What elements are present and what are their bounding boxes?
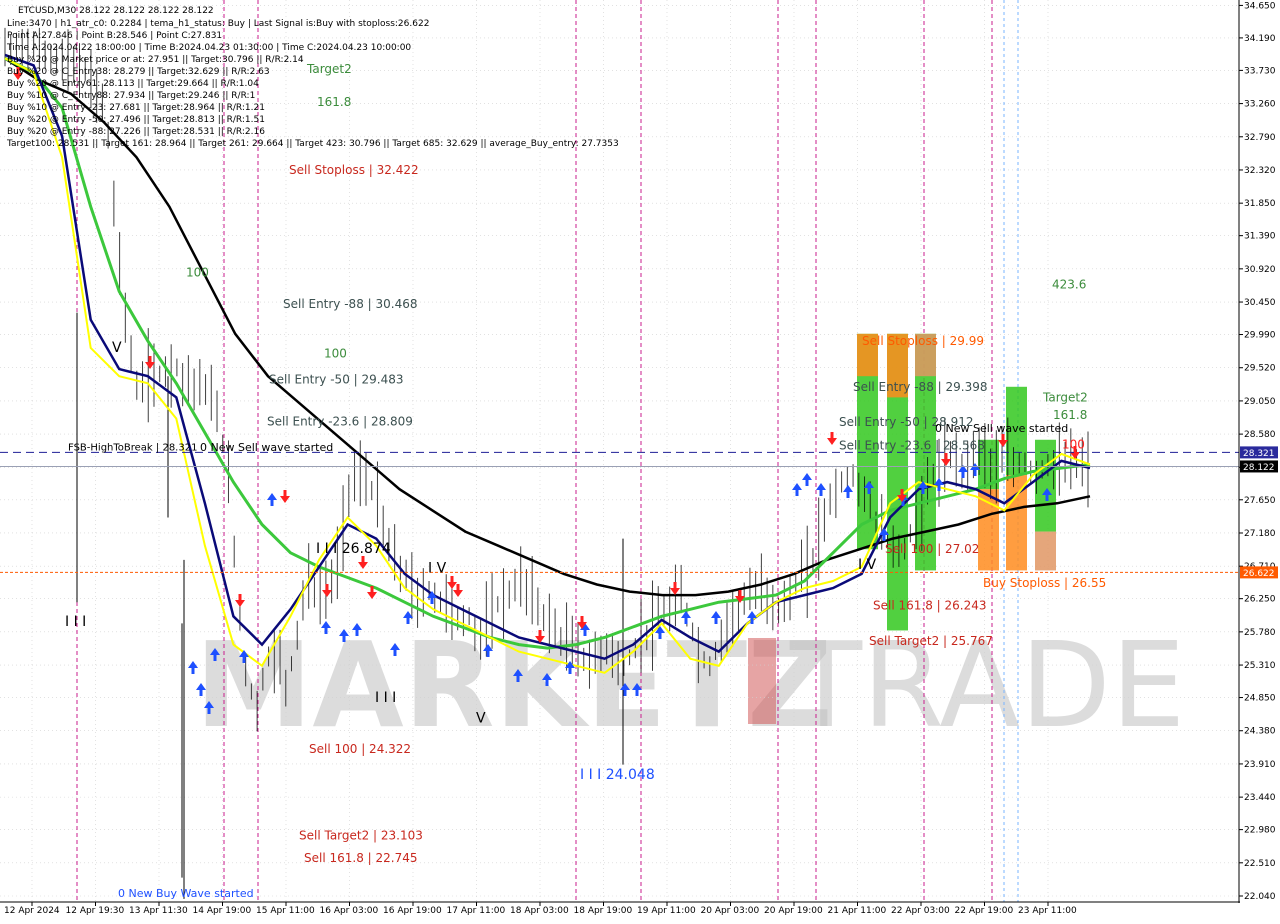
price-tick-label: 31.850 [1244,199,1276,209]
price-tick-label: 23.440 [1244,793,1276,803]
time-tick-label: 12 Apr 19:30 [66,906,125,916]
info-line: Buy %10 @ C_Entry88: 27.934 || Target:29… [7,91,255,101]
price-tick-label: 34.190 [1244,34,1276,44]
signal-box-salmon [1035,531,1056,571]
time-tick-label: 14 Apr 19:00 [193,906,252,916]
time-tick-label: 12 Apr 2024 [4,906,60,916]
info-line: Buy %20 @ Entry61: 28.113 || Target:29.6… [7,79,259,89]
level-label: 0 New Buy Wave started [118,887,254,900]
info-line: Buy %20 @ Entry -88: 27.226 || Target:28… [7,127,265,137]
price-tick-label: 32.790 [1244,133,1276,143]
time-tick-label: 17 Apr 11:00 [447,906,506,916]
high-to-break-tag: 28.321 [1243,449,1275,459]
level-label: I I I 26.874 [316,541,391,557]
price-tick-label: 25.780 [1244,628,1276,638]
signal-box-green [1035,439,1056,532]
info-line: Point A:27.846 | Point B:28.546 | Point … [7,31,222,41]
level-label: Sell Target2 | 25.767 [869,634,993,648]
time-tick-label: 18 Apr 03:00 [510,906,569,916]
price-tick-label: 22.510 [1244,859,1276,869]
price-tick-label: 29.990 [1244,331,1276,341]
price-tick-label: 23.910 [1244,760,1276,770]
info-line: Target100: 28.531 || Target 161: 28.964 … [6,139,619,149]
high-to-break-label: FSB-HighToBreak | 28.321 [68,442,197,453]
level-label: 100 [186,265,209,279]
level-label: Target2 [306,62,352,76]
watermark-accent-bar [748,638,776,724]
level-label: I I I [375,690,396,706]
price-tick-label: 32.320 [1244,166,1276,176]
level-label: Sell 161.8 | 26.243 [873,599,987,613]
level-label: 423.6 [1052,277,1086,291]
chart-root: MARKETZ TRADE Target2 161.8 Sell Stoploss … [0,0,1280,920]
price-tick-label: 22.040 [1244,892,1276,902]
level-label: V [112,340,122,356]
price-tick-label: 27.650 [1244,496,1276,506]
time-tick-label: 20 Apr 19:00 [764,906,823,916]
level-label: Sell Stoploss | 32.422 [289,163,419,177]
time-tick-label: 15 Apr 11:00 [256,906,315,916]
price-tick-label: 26.250 [1244,595,1276,605]
level-label: Sell Entry -88 | 29.398 [853,380,987,394]
price-tick-label: 27.180 [1244,529,1276,539]
time-tick-label: 19 Apr 11:00 [637,906,696,916]
time-tick-label: 22 Apr 19:00 [955,906,1014,916]
level-label: 161.8 [317,95,351,109]
level-label: Sell Entry -23.6 | 28.809 [267,414,413,428]
price-tick-label: 24.850 [1244,694,1276,704]
info-line: Buy %20 @ Entry -50: 27.496 || Target:28… [7,115,265,125]
price-tick-label: 30.920 [1244,265,1276,275]
time-tick-label: 22 Apr 03:00 [891,906,950,916]
price-chart[interactable]: MARKETZ TRADE Target2161.8Sell Stoploss … [0,0,1280,920]
info-line: Line:3470 | h1_atr_c0: 0.2284 | tema_h1_… [7,19,429,29]
price-tick-label: 30.450 [1244,298,1276,308]
level-label: Sell Stoploss | 29.99 [862,334,984,348]
time-tick-label: 18 Apr 19:00 [574,906,633,916]
level-label: Sell 100 | 27.02 [885,542,979,556]
price-tick-label: 24.380 [1244,727,1276,737]
level-label: I V [428,560,447,576]
level-label: I I I 24.048 [580,767,655,783]
price-tick-label: 31.390 [1244,232,1276,242]
price-tick-label: 29.050 [1244,397,1276,407]
time-tick-label: 20 Apr 03:00 [701,906,760,916]
price-tick-label: 33.730 [1244,66,1276,76]
level-label: I I I [65,614,86,630]
price-tick-label: 22.980 [1244,826,1276,836]
price-tick-label: 25.310 [1244,661,1276,671]
price-tick-label: 34.650 [1244,1,1276,11]
info-line: Buy %10 @ Entry -23: 27.681 || Target:28… [7,103,265,113]
level-label: 0 New Sell wave started [935,422,1068,435]
level-label: 100 [1062,438,1085,452]
level-label: Sell Entry -50 | 29.483 [269,373,403,387]
level-label: 100 [324,347,347,361]
level-label: Target2 [1042,390,1088,404]
current-price-tag: 28.122 [1243,463,1275,473]
info-line: Buy %20 @ Market price or at: 27.951 || … [7,55,304,65]
price-tick-label: 28.580 [1244,430,1276,440]
level-label: Sell 161.8 | 22.745 [304,851,418,865]
symbol-line: ETCUSD,M30 28.122 28.122 28.122 28.122 [18,6,214,16]
level-label: Sell Entry -23.6 | 28.568 [839,438,985,452]
time-tick-label: 23 Apr 11:00 [1018,906,1077,916]
price-tick-label: 29.520 [1244,364,1276,374]
level-label: 161.8 [1053,408,1087,422]
price-tick-label: 33.260 [1244,100,1276,110]
level-label: Sell Target2 | 23.103 [299,828,423,842]
stoploss-tag: 26.622 [1243,569,1275,579]
time-tick-label: 13 Apr 11:30 [129,906,188,916]
level-label: V [476,711,486,727]
watermark-left: MARKETZ [195,616,833,754]
time-tick-label: 16 Apr 03:00 [320,906,379,916]
info-line: Time A:2024.04.22 18:00:00 | Time B:2024… [6,43,411,53]
info-line: Buy %20 @ C_Entry38: 28.279 || Target:32… [7,67,270,77]
level-label: Sell 100 | 24.322 [309,742,411,756]
level-label: 0 New Sell wave started [200,441,333,454]
level-label: I V [858,557,877,573]
level-label: Sell Entry -88 | 30.468 [283,297,417,311]
time-tick-label: 16 Apr 19:00 [383,906,442,916]
level-label: Buy Stoploss | 26.55 [983,576,1106,590]
time-tick-label: 21 Apr 11:00 [828,906,887,916]
